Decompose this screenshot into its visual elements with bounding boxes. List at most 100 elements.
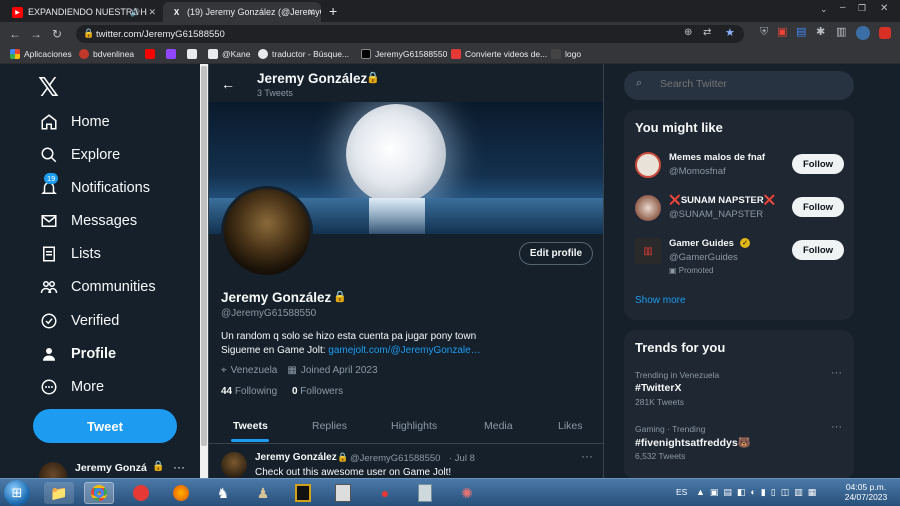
app-icon[interactable]: ♟ — [248, 482, 278, 504]
account-switcher[interactable]: Jeremy Gonzá 🔒 ··· — [33, 458, 193, 478]
app-icon[interactable]: ● — [370, 482, 400, 504]
reload-icon[interactable]: ↻ — [52, 28, 62, 40]
sidebar-item-home[interactable]: Home — [40, 113, 110, 131]
translate-icon[interactable]: ▤ — [796, 27, 806, 38]
profile-avatar[interactable] — [221, 186, 313, 278]
sidebar-item-communities[interactable]: Communities — [40, 278, 156, 296]
forward-icon[interactable]: → — [30, 28, 42, 40]
sidebar-item-explore[interactable]: Explore — [40, 146, 120, 164]
tab-search-icon[interactable]: ⌄ — [820, 5, 828, 14]
sidebar-item-messages[interactable]: Messages — [40, 212, 137, 230]
url-text: twitter.com/JeremyG61588550 — [96, 28, 225, 40]
install-icon[interactable]: ⊕ — [684, 27, 692, 38]
following-link[interactable]: 44 Following — [221, 386, 277, 397]
sidebar-item-notifications[interactable]: 19 Notifications — [40, 173, 150, 197]
chrome-icon[interactable] — [84, 482, 114, 504]
sidebar-item-more[interactable]: More — [40, 378, 104, 396]
joined-text: Joined April 2023 — [300, 365, 378, 376]
file-explorer-icon[interactable]: 📁 — [44, 482, 74, 504]
bookmark-item[interactable] — [145, 49, 159, 59]
bookmark-item[interactable]: traductor - Búsque... — [258, 49, 349, 59]
lock-icon: 🔒 — [333, 291, 347, 303]
list-icon — [40, 245, 58, 263]
moon-reflection — [369, 198, 425, 234]
app-icon[interactable] — [126, 482, 156, 504]
app-icon[interactable] — [410, 482, 440, 504]
close-tab-icon[interactable]: ✕ — [148, 7, 156, 18]
x-logo-icon[interactable]: 𝕏 — [38, 74, 59, 100]
close-tab-icon[interactable]: 🔊 — [130, 8, 140, 17]
sidebar-item-lists[interactable]: Lists — [40, 245, 101, 263]
sidebar-icon[interactable]: ▥ — [836, 27, 846, 38]
app-icon[interactable] — [328, 482, 358, 504]
firefox-icon[interactable] — [166, 482, 196, 504]
start-button[interactable]: ⊞ — [4, 480, 30, 506]
sidebar-item-profile[interactable]: Profile — [40, 345, 116, 363]
browser-tab[interactable]: ▶ EXPANDIENDO NUESTRA H 🔊 ✕ — [4, 2, 162, 22]
bookmark-item[interactable] — [187, 49, 201, 59]
minimize-icon[interactable]: – — [840, 3, 846, 13]
app-icon[interactable]: ✺ — [452, 482, 482, 504]
more-icon[interactable]: ··· — [581, 449, 593, 463]
close-tab-icon[interactable]: ✕ — [307, 7, 315, 18]
avatar[interactable] — [856, 26, 870, 40]
tab-likes[interactable]: Likes — [558, 420, 583, 432]
trend-item[interactable]: Trending in Venezuela #TwitterX 281K Twe… — [624, 367, 854, 413]
lock-icon: 🔒 — [152, 461, 165, 472]
tab-highlights[interactable]: Highlights — [391, 420, 437, 432]
browser-tab-active[interactable]: X (19) Jeremy González (@JeremyG ✕ — [163, 2, 321, 22]
suggested-user[interactable]: ▥ Gamer Guides ✓ @GamerGuides ▣ Promoted… — [624, 233, 854, 281]
bookmark-item[interactable]: logo — [551, 49, 581, 59]
suggested-user[interactable]: ❌SUNAM NAPSTER❌ @SUNAM_NAPSTER Follow — [624, 190, 854, 230]
tab-replies[interactable]: Replies — [312, 420, 347, 432]
more-icon[interactable]: ··· — [831, 367, 842, 379]
verified-badge-icon: ✓ — [740, 238, 750, 248]
search-input[interactable] — [660, 78, 840, 90]
close-window-icon[interactable]: ✕ — [880, 4, 888, 14]
more-icon[interactable]: ··· — [831, 421, 842, 433]
bookmark-item[interactable]: bdvenlinea — [79, 49, 134, 59]
bookmark-item[interactable] — [166, 49, 180, 59]
system-tray-icons[interactable]: ▲▣▤◧◐▮▯◫▥▦ — [696, 487, 821, 498]
bookmark-item[interactable]: Convierte videos de... — [451, 49, 547, 59]
update-icon[interactable] — [879, 27, 891, 39]
translate-icon[interactable]: ⇄ — [703, 27, 711, 38]
app-icon[interactable] — [288, 482, 318, 504]
tab-tweets[interactable]: Tweets — [233, 420, 268, 432]
show-more-link[interactable]: Show more — [635, 295, 686, 306]
language-indicator[interactable]: ES — [676, 487, 687, 497]
clock[interactable]: 04:05 p.m. 24/07/2023 — [836, 482, 896, 502]
profile-meta: ⌖ Venezuela ▦ Joined April 2023 — [221, 365, 378, 376]
bookmark-item[interactable]: Aplicaciones — [10, 49, 72, 59]
tweet-author[interactable]: Jeremy González — [255, 452, 337, 463]
star-icon[interactable]: ★ — [725, 26, 735, 39]
new-tab-icon[interactable]: + — [329, 4, 337, 18]
trend-item[interactable]: Gaming · Trending #fivenightsatfreddys🐻 … — [624, 421, 854, 467]
more-icon[interactable]: ··· — [173, 460, 185, 474]
extensions-puzzle-icon[interactable]: ✱ — [816, 27, 825, 38]
restore-icon[interactable]: ❐ — [858, 4, 866, 13]
tweet-time[interactable]: · Jul 8 — [449, 453, 475, 464]
left-sidebar: 𝕏 Home Explore 19 Notifications Messages… — [0, 64, 208, 478]
tweet-button[interactable]: Tweet — [33, 409, 177, 443]
back-icon[interactable]: ← — [9, 28, 21, 40]
bio-link[interactable]: gamejolt.com/@JeremyGonzale… — [328, 345, 480, 356]
edit-profile-button[interactable]: Edit profile — [519, 242, 593, 265]
scrollbar-thumb[interactable] — [201, 66, 207, 446]
tab-media[interactable]: Media — [484, 420, 513, 432]
suggested-user[interactable]: Memes malos de fnaf @Momosfnaf Follow — [624, 147, 854, 187]
app-icon[interactable]: ♞ — [208, 482, 238, 504]
follow-button[interactable]: Follow — [792, 240, 844, 260]
bookmark-item[interactable]: JeremyG61588550 — [361, 49, 447, 59]
search-box[interactable]: ⌕ — [624, 71, 854, 100]
address-bar[interactable]: 🔒 twitter.com/JeremyG61588550 ⊕ ⇄ ★ — [76, 25, 744, 43]
extension-icon[interactable]: ▣ — [777, 27, 787, 38]
shield-icon[interactable]: ⛨ — [760, 27, 768, 38]
follow-button[interactable]: Follow — [792, 197, 844, 217]
followers-link[interactable]: 0 Followers — [292, 386, 343, 397]
sidebar-item-verified[interactable]: Verified — [40, 312, 119, 330]
follow-button[interactable]: Follow — [792, 154, 844, 174]
back-arrow-icon[interactable]: ← — [221, 76, 235, 92]
tweet-item[interactable]: Jeremy González 🔒 @JeremyG61588550 · Jul… — [209, 445, 603, 478]
bookmark-item[interactable]: @Kane — [208, 49, 250, 59]
